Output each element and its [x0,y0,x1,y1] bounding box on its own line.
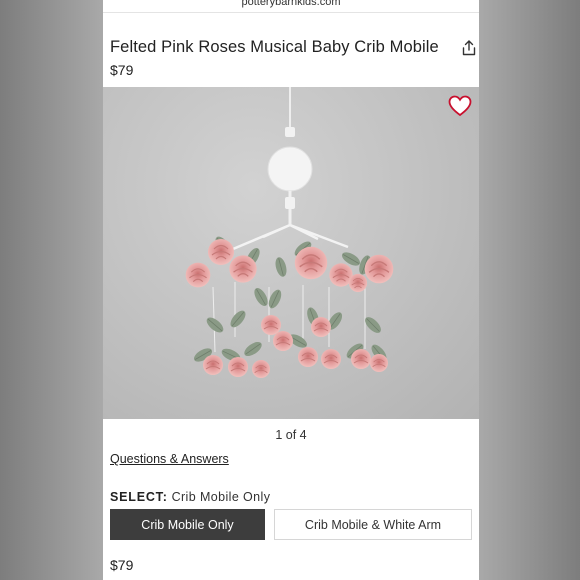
heart-icon[interactable] [448,95,472,117]
option-label: Crib Mobile & White Arm [304,517,442,532]
option-crib-mobile-only[interactable]: Crib Mobile Only [110,509,265,540]
selected-price: $79 [110,557,134,573]
share-icon[interactable] [462,40,476,56]
url-bar[interactable]: potterybarnkids.com [103,0,479,13]
selection-summary: SELECT: Crib Mobile Only [110,490,270,504]
blurred-background-right [479,0,580,580]
product-title: Felted Pink Roses Musical Baby Crib Mobi… [110,38,439,56]
url-text: potterybarnkids.com [241,0,341,8]
crib-mobile-illustration [185,87,394,379]
selected-value: Crib Mobile Only [171,490,271,504]
option-crib-mobile-white-arm[interactable]: Crib Mobile & White Arm [274,509,472,540]
product-header: Felted Pink Roses Musical Baby Crib Mobi… [110,38,476,60]
select-label: SELECT: [110,490,168,504]
product-page: potterybarnkids.com Felted Pink Roses Mu… [103,0,479,580]
product-price: $79 [110,62,134,78]
questions-answers-link[interactable]: Questions & Answers [110,452,229,466]
option-label: Crib Mobile Only [141,517,234,532]
image-counter: 1 of 4 [275,428,307,442]
blurred-background-left [0,0,103,580]
product-image[interactable] [103,87,479,419]
